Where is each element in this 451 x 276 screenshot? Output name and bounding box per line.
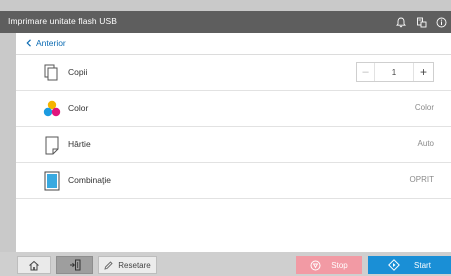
copies-value[interactable]: 1: [375, 68, 413, 77]
bell-icon[interactable]: [391, 13, 411, 31]
combination-icon: [42, 171, 62, 191]
title-bar: Imprimare unitate flash USB: [0, 11, 451, 33]
stop-icon: [310, 260, 321, 270]
setting-row-copies[interactable]: Copii – 1 +: [16, 55, 451, 91]
setting-label: Copii: [68, 67, 88, 77]
color-dots-icon: [42, 99, 62, 119]
setting-value: OPRIT: [409, 175, 434, 184]
setting-label: Color: [68, 103, 89, 113]
setting-row-color[interactable]: Color Color: [16, 91, 451, 127]
back-button[interactable]: Anterior: [26, 38, 66, 48]
stop-button[interactable]: Stop: [296, 256, 362, 274]
page-title: Imprimare unitate flash USB: [8, 16, 117, 26]
setting-label: Combinaţie: [68, 175, 111, 185]
status-icons: [391, 13, 451, 31]
copies-stepper: – 1 +: [356, 62, 434, 82]
bottom-toolbar: Resetare Stop Start: [0, 252, 451, 276]
copies-icon: [42, 63, 62, 83]
increment-button[interactable]: +: [413, 63, 433, 81]
reset-label: Resetare: [118, 260, 151, 270]
home-button[interactable]: [17, 256, 51, 274]
home-icon: [29, 260, 39, 270]
nav-bar: Anterior: [16, 33, 451, 55]
setting-value: Auto: [417, 139, 434, 148]
screen: Imprimare unitate flash USB Anterior Cop…: [0, 0, 451, 276]
setting-value: Color: [414, 103, 434, 112]
pencil-icon: [104, 260, 113, 270]
start-label: Start: [414, 260, 431, 270]
start-button[interactable]: Start: [368, 256, 451, 274]
accessibility-button[interactable]: [56, 256, 93, 274]
stop-label: Stop: [331, 260, 348, 270]
decrement-button[interactable]: –: [357, 63, 375, 81]
chevron-left-icon: [26, 39, 31, 47]
paper-icon: [42, 135, 62, 155]
accessibility-icon: [69, 259, 80, 271]
setting-row-paper[interactable]: Hârtie Auto: [16, 127, 451, 163]
reset-button[interactable]: Resetare: [98, 256, 157, 274]
usb-connection-icon[interactable]: [411, 13, 431, 31]
info-icon[interactable]: [431, 13, 451, 31]
start-diamond-icon: [388, 259, 400, 271]
setting-row-combination[interactable]: Combinaţie OPRIT: [16, 163, 451, 199]
back-label: Anterior: [36, 38, 66, 48]
setting-label: Hârtie: [68, 139, 91, 149]
settings-panel: Anterior Copii – 1 + Color Color Hârtie …: [16, 33, 451, 252]
